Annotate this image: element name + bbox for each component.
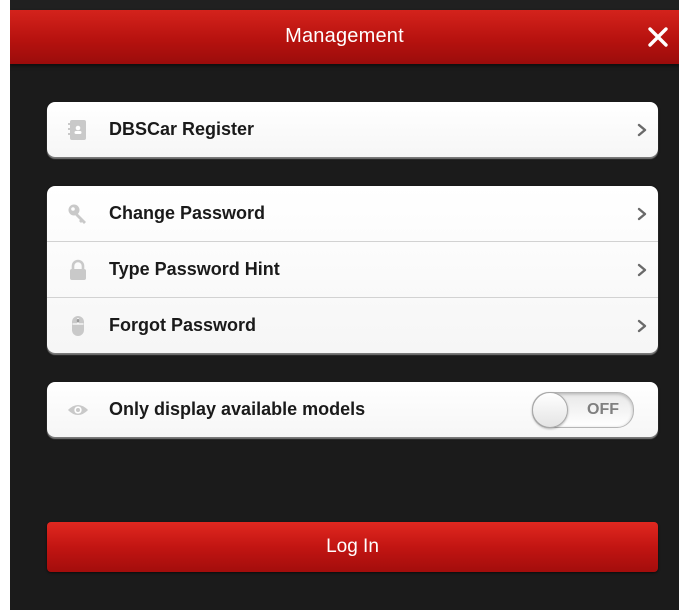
close-button[interactable] [643,22,673,52]
row-forgot-password[interactable]: Forgot Password [47,298,658,353]
status-strip [10,0,679,10]
row-type-password-hint[interactable]: Type Password Hint [47,242,658,298]
login-button[interactable]: Log In [47,522,658,572]
chevron-right-icon [637,319,647,332]
eye-icon [67,399,89,421]
row-label: DBSCar Register [109,119,255,139]
register-card-icon [67,119,89,141]
mouse-icon [67,315,89,337]
row-label: Type Password Hint [109,259,280,279]
row-label: Forgot Password [109,315,257,335]
models-group: Only display available models OFF [47,382,658,437]
toggle-state-label: OFF [587,400,619,418]
row-only-display-available-models: Only display available models OFF [47,382,658,437]
key-icon [67,203,89,225]
row-label: Only display available models [109,399,366,419]
page-title: Management [285,25,404,47]
row-label: Change Password [109,203,266,223]
available-models-toggle[interactable]: OFF [532,391,634,428]
close-icon [648,27,668,47]
chevron-right-icon [637,263,647,276]
password-group: Change Password Type Password Hint Forgo… [47,186,658,353]
toggle-knob [532,391,568,428]
register-group: DBSCar Register [47,102,658,157]
header-bar: Management [10,10,679,64]
row-change-password[interactable]: Change Password [47,186,658,242]
lock-icon [67,259,89,281]
chevron-right-icon [637,207,647,220]
row-dbscar-register[interactable]: DBSCar Register [47,102,658,157]
management-dialog: Management DBSCar Register Change Passwo… [10,0,679,610]
chevron-right-icon [637,123,647,136]
